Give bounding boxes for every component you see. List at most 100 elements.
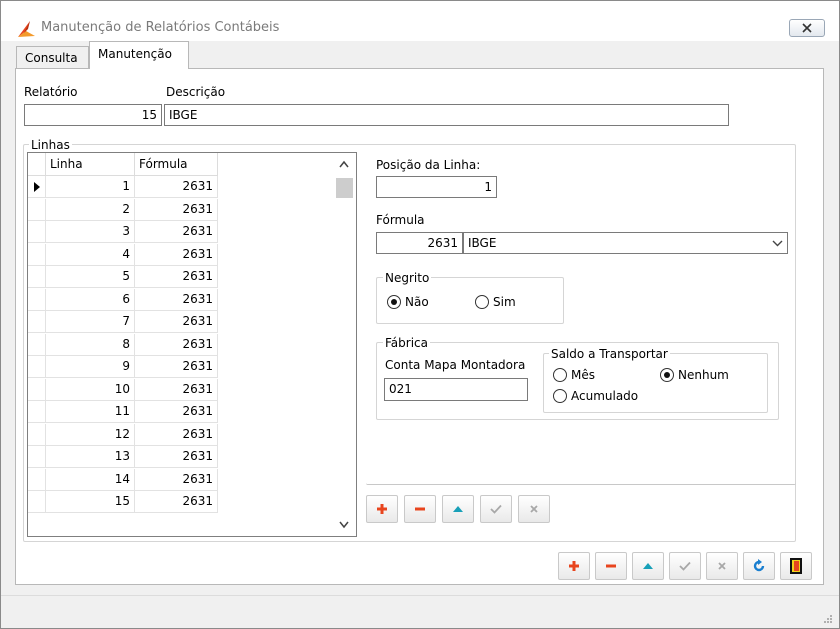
record-refresh-button[interactable]	[743, 552, 775, 580]
saldo-acumulado-label[interactable]: Acumulado	[571, 389, 638, 403]
cell-formula[interactable]: 2631	[135, 243, 218, 266]
cell-linha[interactable]: 2	[46, 198, 135, 221]
table-row[interactable]: 7 2631	[28, 311, 218, 333]
cell-formula[interactable]: 2631	[135, 468, 218, 491]
row-indicator[interactable]	[28, 266, 46, 288]
grid-vertical-scrollbar[interactable]	[334, 153, 356, 536]
saldo-nenhum-radio[interactable]	[660, 368, 674, 382]
cell-linha[interactable]: 12	[46, 423, 135, 446]
saldo-mes-label[interactable]: Mês	[571, 368, 595, 382]
scroll-thumb[interactable]	[336, 178, 353, 198]
cell-formula[interactable]: 2631	[135, 423, 218, 446]
table-row[interactable]: 9 2631	[28, 356, 218, 378]
record-remove-button[interactable]	[595, 552, 627, 580]
table-row[interactable]: 12 2631	[28, 423, 218, 446]
line-cancel-button[interactable]	[518, 495, 550, 523]
cell-linha[interactable]: 6	[46, 288, 135, 311]
table-row[interactable]: 6 2631	[28, 288, 218, 311]
column-header-formula[interactable]: Fórmula	[135, 153, 218, 176]
row-indicator[interactable]	[28, 446, 46, 468]
cell-formula[interactable]: 2631	[135, 198, 218, 221]
cell-linha[interactable]: 7	[46, 311, 135, 333]
cell-formula[interactable]: 2631	[135, 288, 218, 311]
cell-linha[interactable]: 10	[46, 378, 135, 401]
combobox-dropdown-button[interactable]	[767, 233, 787, 253]
cell-linha[interactable]: 14	[46, 468, 135, 491]
table-row[interactable]: 10 2631	[28, 378, 218, 401]
row-indicator[interactable]	[28, 176, 46, 198]
negrito-sim-radio[interactable]	[475, 295, 489, 309]
table-row[interactable]: 14 2631	[28, 468, 218, 491]
saldo-mes-radio[interactable]	[553, 368, 567, 382]
row-indicator[interactable]	[28, 311, 46, 333]
line-up-button[interactable]	[442, 495, 474, 523]
line-add-button[interactable]	[366, 495, 398, 523]
cell-linha[interactable]: 5	[46, 266, 135, 288]
table-row[interactable]: 4 2631	[28, 243, 218, 266]
cell-formula[interactable]: 2631	[135, 176, 218, 198]
cell-linha[interactable]: 1	[46, 176, 135, 198]
table-row[interactable]: 15 2631	[28, 491, 218, 513]
line-remove-button[interactable]	[404, 495, 436, 523]
cell-formula[interactable]: 2631	[135, 311, 218, 333]
formula-combobox[interactable]: IBGE	[463, 232, 788, 254]
cell-linha[interactable]: 8	[46, 333, 135, 356]
negrito-nao-label[interactable]: Não	[405, 295, 429, 309]
cell-formula[interactable]: 2631	[135, 378, 218, 401]
cell-formula[interactable]: 2631	[135, 266, 218, 288]
cell-formula[interactable]: 2631	[135, 401, 218, 423]
row-indicator[interactable]	[28, 288, 46, 311]
table-row[interactable]: 11 2631	[28, 401, 218, 423]
table-row[interactable]: 13 2631	[28, 446, 218, 468]
scroll-up-icon[interactable]	[339, 160, 349, 168]
table-row[interactable]: 1 2631	[28, 176, 218, 198]
row-indicator[interactable]	[28, 221, 46, 243]
saldo-nenhum-label[interactable]: Nenhum	[678, 368, 729, 382]
negrito-sim-label[interactable]: Sim	[493, 295, 516, 309]
row-indicator[interactable]	[28, 378, 46, 401]
tab-consulta[interactable]: Consulta	[16, 46, 89, 69]
row-indicator[interactable]	[28, 356, 46, 378]
cell-linha[interactable]: 15	[46, 491, 135, 513]
column-header-linha[interactable]: Linha	[46, 153, 135, 176]
cell-formula[interactable]: 2631	[135, 491, 218, 513]
row-indicator[interactable]	[28, 333, 46, 356]
linhas-grid[interactable]: Linha Fórmula 1 2631 2 2631 3 2631 4 2631 5 2631 6…	[27, 152, 357, 537]
descricao-field[interactable]: IBGE	[164, 104, 729, 126]
record-cancel-button[interactable]	[706, 552, 738, 580]
table-row[interactable]: 5 2631	[28, 266, 218, 288]
cell-linha[interactable]: 11	[46, 401, 135, 423]
table-row[interactable]: 8 2631	[28, 333, 218, 356]
window-close-button[interactable]	[789, 19, 825, 37]
resize-grip-icon[interactable]	[823, 614, 833, 624]
cell-linha[interactable]: 4	[46, 243, 135, 266]
negrito-nao-radio[interactable]	[387, 295, 401, 309]
cell-formula[interactable]: 2631	[135, 221, 218, 243]
table-row[interactable]: 3 2631	[28, 221, 218, 243]
record-confirm-button[interactable]	[669, 552, 701, 580]
table-row[interactable]: 2 2631	[28, 198, 218, 221]
row-indicator[interactable]	[28, 491, 46, 513]
scroll-down-icon[interactable]	[339, 521, 349, 529]
record-add-button[interactable]	[558, 552, 590, 580]
row-indicator[interactable]	[28, 243, 46, 266]
row-indicator[interactable]	[28, 198, 46, 221]
exit-button[interactable]	[780, 552, 812, 580]
row-indicator[interactable]	[28, 423, 46, 446]
relatorio-field[interactable]: 15	[24, 104, 162, 126]
row-indicator[interactable]	[28, 401, 46, 423]
cell-formula[interactable]: 2631	[135, 356, 218, 378]
formula-code-field[interactable]: 2631	[376, 232, 463, 254]
tab-manutencao[interactable]: Manutenção	[89, 41, 189, 69]
posicao-field[interactable]: 1	[376, 176, 497, 198]
cell-formula[interactable]: 2631	[135, 333, 218, 356]
line-confirm-button[interactable]	[480, 495, 512, 523]
record-up-button[interactable]	[632, 552, 664, 580]
conta-mapa-field[interactable]: 021	[384, 378, 528, 401]
cell-linha[interactable]: 9	[46, 356, 135, 378]
saldo-acumulado-radio[interactable]	[553, 389, 567, 403]
row-indicator[interactable]	[28, 468, 46, 491]
cell-linha[interactable]: 3	[46, 221, 135, 243]
cell-formula[interactable]: 2631	[135, 446, 218, 468]
cell-linha[interactable]: 13	[46, 446, 135, 468]
